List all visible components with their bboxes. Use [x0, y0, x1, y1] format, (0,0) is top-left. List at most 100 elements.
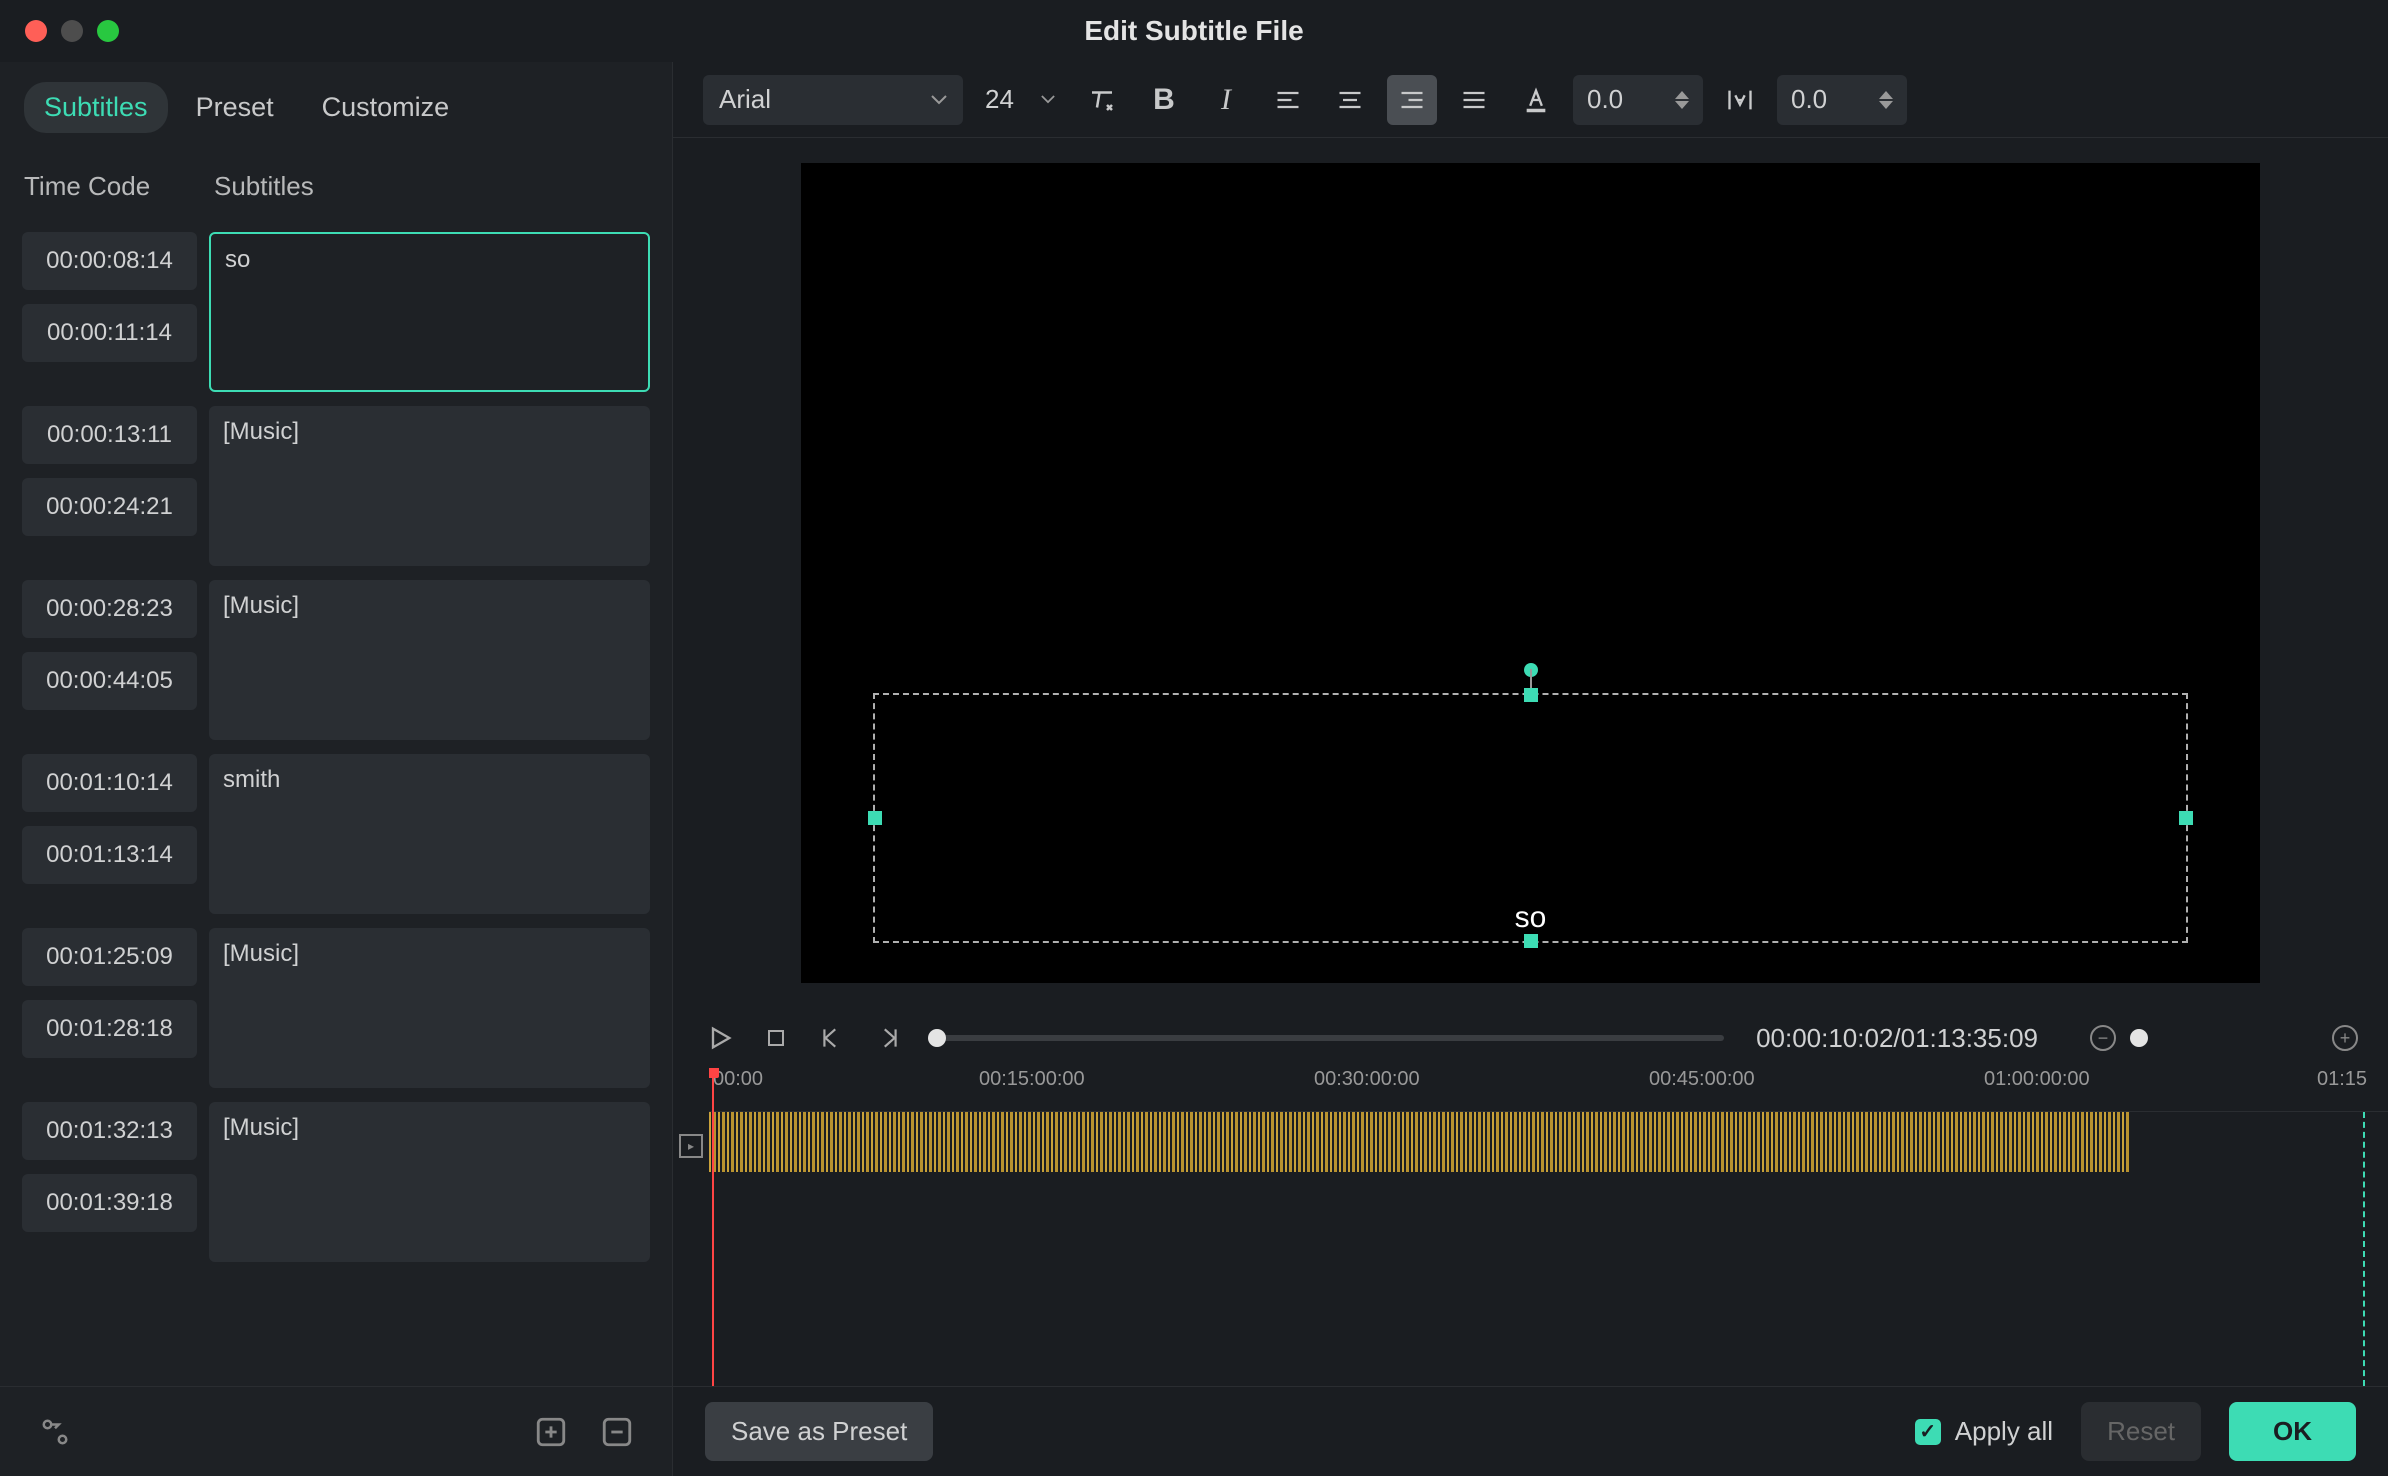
line-spacing-icon: [1715, 75, 1765, 125]
char-spacing-value: 0.0: [1587, 84, 1623, 115]
tab-preset[interactable]: Preset: [176, 82, 294, 133]
subtitle-bounding-box[interactable]: so: [873, 693, 2188, 943]
prev-frame-button[interactable]: [815, 1021, 849, 1055]
bold-button[interactable]: B: [1139, 75, 1189, 125]
merge-icon[interactable]: [36, 1413, 74, 1451]
start-time[interactable]: 00:00:13:11: [22, 406, 197, 464]
end-time[interactable]: 00:01:28:18: [22, 1000, 197, 1058]
save-as-preset-button[interactable]: Save as Preset: [705, 1402, 933, 1461]
tab-subtitles[interactable]: Subtitles: [24, 82, 168, 133]
chevron-down-icon: [931, 95, 947, 105]
subtitle-text-cell[interactable]: smith: [209, 754, 650, 914]
timeline-tick: 01:15: [2317, 1068, 2367, 1091]
spinner-icon[interactable]: [1879, 91, 1893, 109]
audio-waveform-track[interactable]: [709, 1112, 2129, 1172]
end-time[interactable]: 00:00:11:14: [22, 304, 197, 362]
add-subtitle-button[interactable]: [532, 1413, 570, 1451]
font-size-select[interactable]: 24: [975, 75, 1065, 125]
char-spacing-input[interactable]: 0.0: [1573, 75, 1703, 125]
zoom-controls: − +: [2090, 1025, 2358, 1051]
end-time[interactable]: 00:01:39:18: [22, 1174, 197, 1232]
timeline-ruler[interactable]: 00:00 00:15:00:00 00:30:00:00 00:45:00:0…: [709, 1068, 2388, 1112]
resize-handle-top[interactable]: [1524, 688, 1538, 702]
timeline-tick: 00:00: [713, 1068, 763, 1091]
apply-all-checkbox[interactable]: ✓ Apply all: [1915, 1416, 2053, 1447]
preview-subtitle-text: so: [1515, 901, 1547, 935]
playback-controls: 00:00:10:02/01:13:35:09 − +: [673, 1008, 2388, 1068]
next-frame-button[interactable]: [871, 1021, 905, 1055]
line-spacing-input[interactable]: 0.0: [1777, 75, 1907, 125]
start-time[interactable]: 00:01:25:09: [22, 928, 197, 986]
timeline-tick: 01:00:00:00: [1984, 1068, 2090, 1091]
subtitle-row[interactable]: 00:00:28:23 00:00:44:05 [Music]: [22, 580, 650, 740]
video-canvas[interactable]: so: [801, 163, 2260, 983]
text-toolbar: Arial 24 B I: [673, 62, 2388, 138]
subtitle-row[interactable]: 00:00:08:14 00:00:11:14 so: [22, 232, 650, 392]
align-justify-button[interactable]: [1449, 75, 1499, 125]
subtitle-list[interactable]: 00:00:08:14 00:00:11:14 so 00:00:13:11 0…: [0, 232, 672, 1386]
align-center-button[interactable]: [1325, 75, 1375, 125]
font-size-value: 24: [985, 84, 1014, 115]
align-left-button[interactable]: [1263, 75, 1313, 125]
zoom-thumb[interactable]: [2130, 1029, 2148, 1047]
bottom-bar: Save as Preset ✓ Apply all Reset OK: [673, 1386, 2388, 1476]
font-color-button[interactable]: [1511, 75, 1561, 125]
tab-customize[interactable]: Customize: [302, 82, 470, 133]
subtitle-text-cell[interactable]: [Music]: [209, 1102, 650, 1262]
start-time[interactable]: 00:00:28:23: [22, 580, 197, 638]
subtitle-text-cell[interactable]: [Music]: [209, 928, 650, 1088]
preview-area: so: [673, 138, 2388, 1008]
expand-track-button[interactable]: ▸: [679, 1134, 703, 1158]
checkbox-icon: ✓: [1915, 1419, 1941, 1445]
timeline-tick: 00:30:00:00: [1314, 1068, 1420, 1091]
reset-button[interactable]: Reset: [2081, 1402, 2201, 1461]
minimize-window-button[interactable]: [61, 20, 83, 42]
scrubber[interactable]: [937, 1035, 1724, 1041]
ok-button[interactable]: OK: [2229, 1402, 2356, 1461]
subtitle-row[interactable]: 00:00:13:11 00:00:24:21 [Music]: [22, 406, 650, 566]
window-title: Edit Subtitle File: [1084, 15, 1303, 47]
subtitle-row[interactable]: 00:01:10:14 00:01:13:14 smith: [22, 754, 650, 914]
timeline: ▸ 00:00 00:15:00:00 00:30:00:00 00:45:00…: [673, 1068, 2388, 1386]
font-name: Arial: [719, 84, 771, 115]
left-tabs: Subtitles Preset Customize: [0, 62, 672, 153]
subtitle-text-cell[interactable]: [Music]: [209, 580, 650, 740]
maximize-window-button[interactable]: [97, 20, 119, 42]
header-timecode: Time Code: [24, 171, 214, 202]
resize-handle-bottom[interactable]: [1524, 934, 1538, 948]
align-right-button[interactable]: [1387, 75, 1437, 125]
stop-button[interactable]: [759, 1021, 793, 1055]
left-footer: [0, 1386, 672, 1476]
italic-button[interactable]: I: [1201, 75, 1251, 125]
font-select[interactable]: Arial: [703, 75, 963, 125]
play-button[interactable]: [703, 1021, 737, 1055]
start-time[interactable]: 00:00:08:14: [22, 232, 197, 290]
time-display: 00:00:10:02/01:13:35:09: [1756, 1023, 2038, 1054]
end-time[interactable]: 00:00:44:05: [22, 652, 197, 710]
close-window-button[interactable]: [25, 20, 47, 42]
resize-handle-left[interactable]: [868, 811, 882, 825]
subtitle-text-cell[interactable]: [Music]: [209, 406, 650, 566]
zoom-out-button[interactable]: −: [2090, 1025, 2116, 1051]
end-time[interactable]: 00:01:13:14: [22, 826, 197, 884]
subtitle-text-cell[interactable]: so: [209, 232, 650, 392]
spinner-icon[interactable]: [1675, 91, 1689, 109]
remove-subtitle-button[interactable]: [598, 1413, 636, 1451]
end-time[interactable]: 00:00:24:21: [22, 478, 197, 536]
timeline-main[interactable]: 00:00 00:15:00:00 00:30:00:00 00:45:00:0…: [709, 1068, 2388, 1386]
header-subtitles: Subtitles: [214, 171, 648, 202]
timeline-end-marker: [2363, 1112, 2365, 1386]
start-time[interactable]: 00:01:10:14: [22, 754, 197, 812]
clear-formatting-button[interactable]: [1077, 75, 1127, 125]
resize-handle-right[interactable]: [2179, 811, 2193, 825]
playhead[interactable]: [712, 1068, 714, 1386]
titlebar: Edit Subtitle File: [0, 0, 2388, 62]
line-spacing-value: 0.0: [1791, 84, 1827, 115]
subtitle-row[interactable]: 00:01:32:13 00:01:39:18 [Music]: [22, 1102, 650, 1262]
zoom-in-button[interactable]: +: [2332, 1025, 2358, 1051]
apply-all-label: Apply all: [1955, 1416, 2053, 1447]
timeline-tick: 00:45:00:00: [1649, 1068, 1755, 1091]
subtitle-row[interactable]: 00:01:25:09 00:01:28:18 [Music]: [22, 928, 650, 1088]
start-time[interactable]: 00:01:32:13: [22, 1102, 197, 1160]
scrubber-thumb[interactable]: [928, 1029, 946, 1047]
